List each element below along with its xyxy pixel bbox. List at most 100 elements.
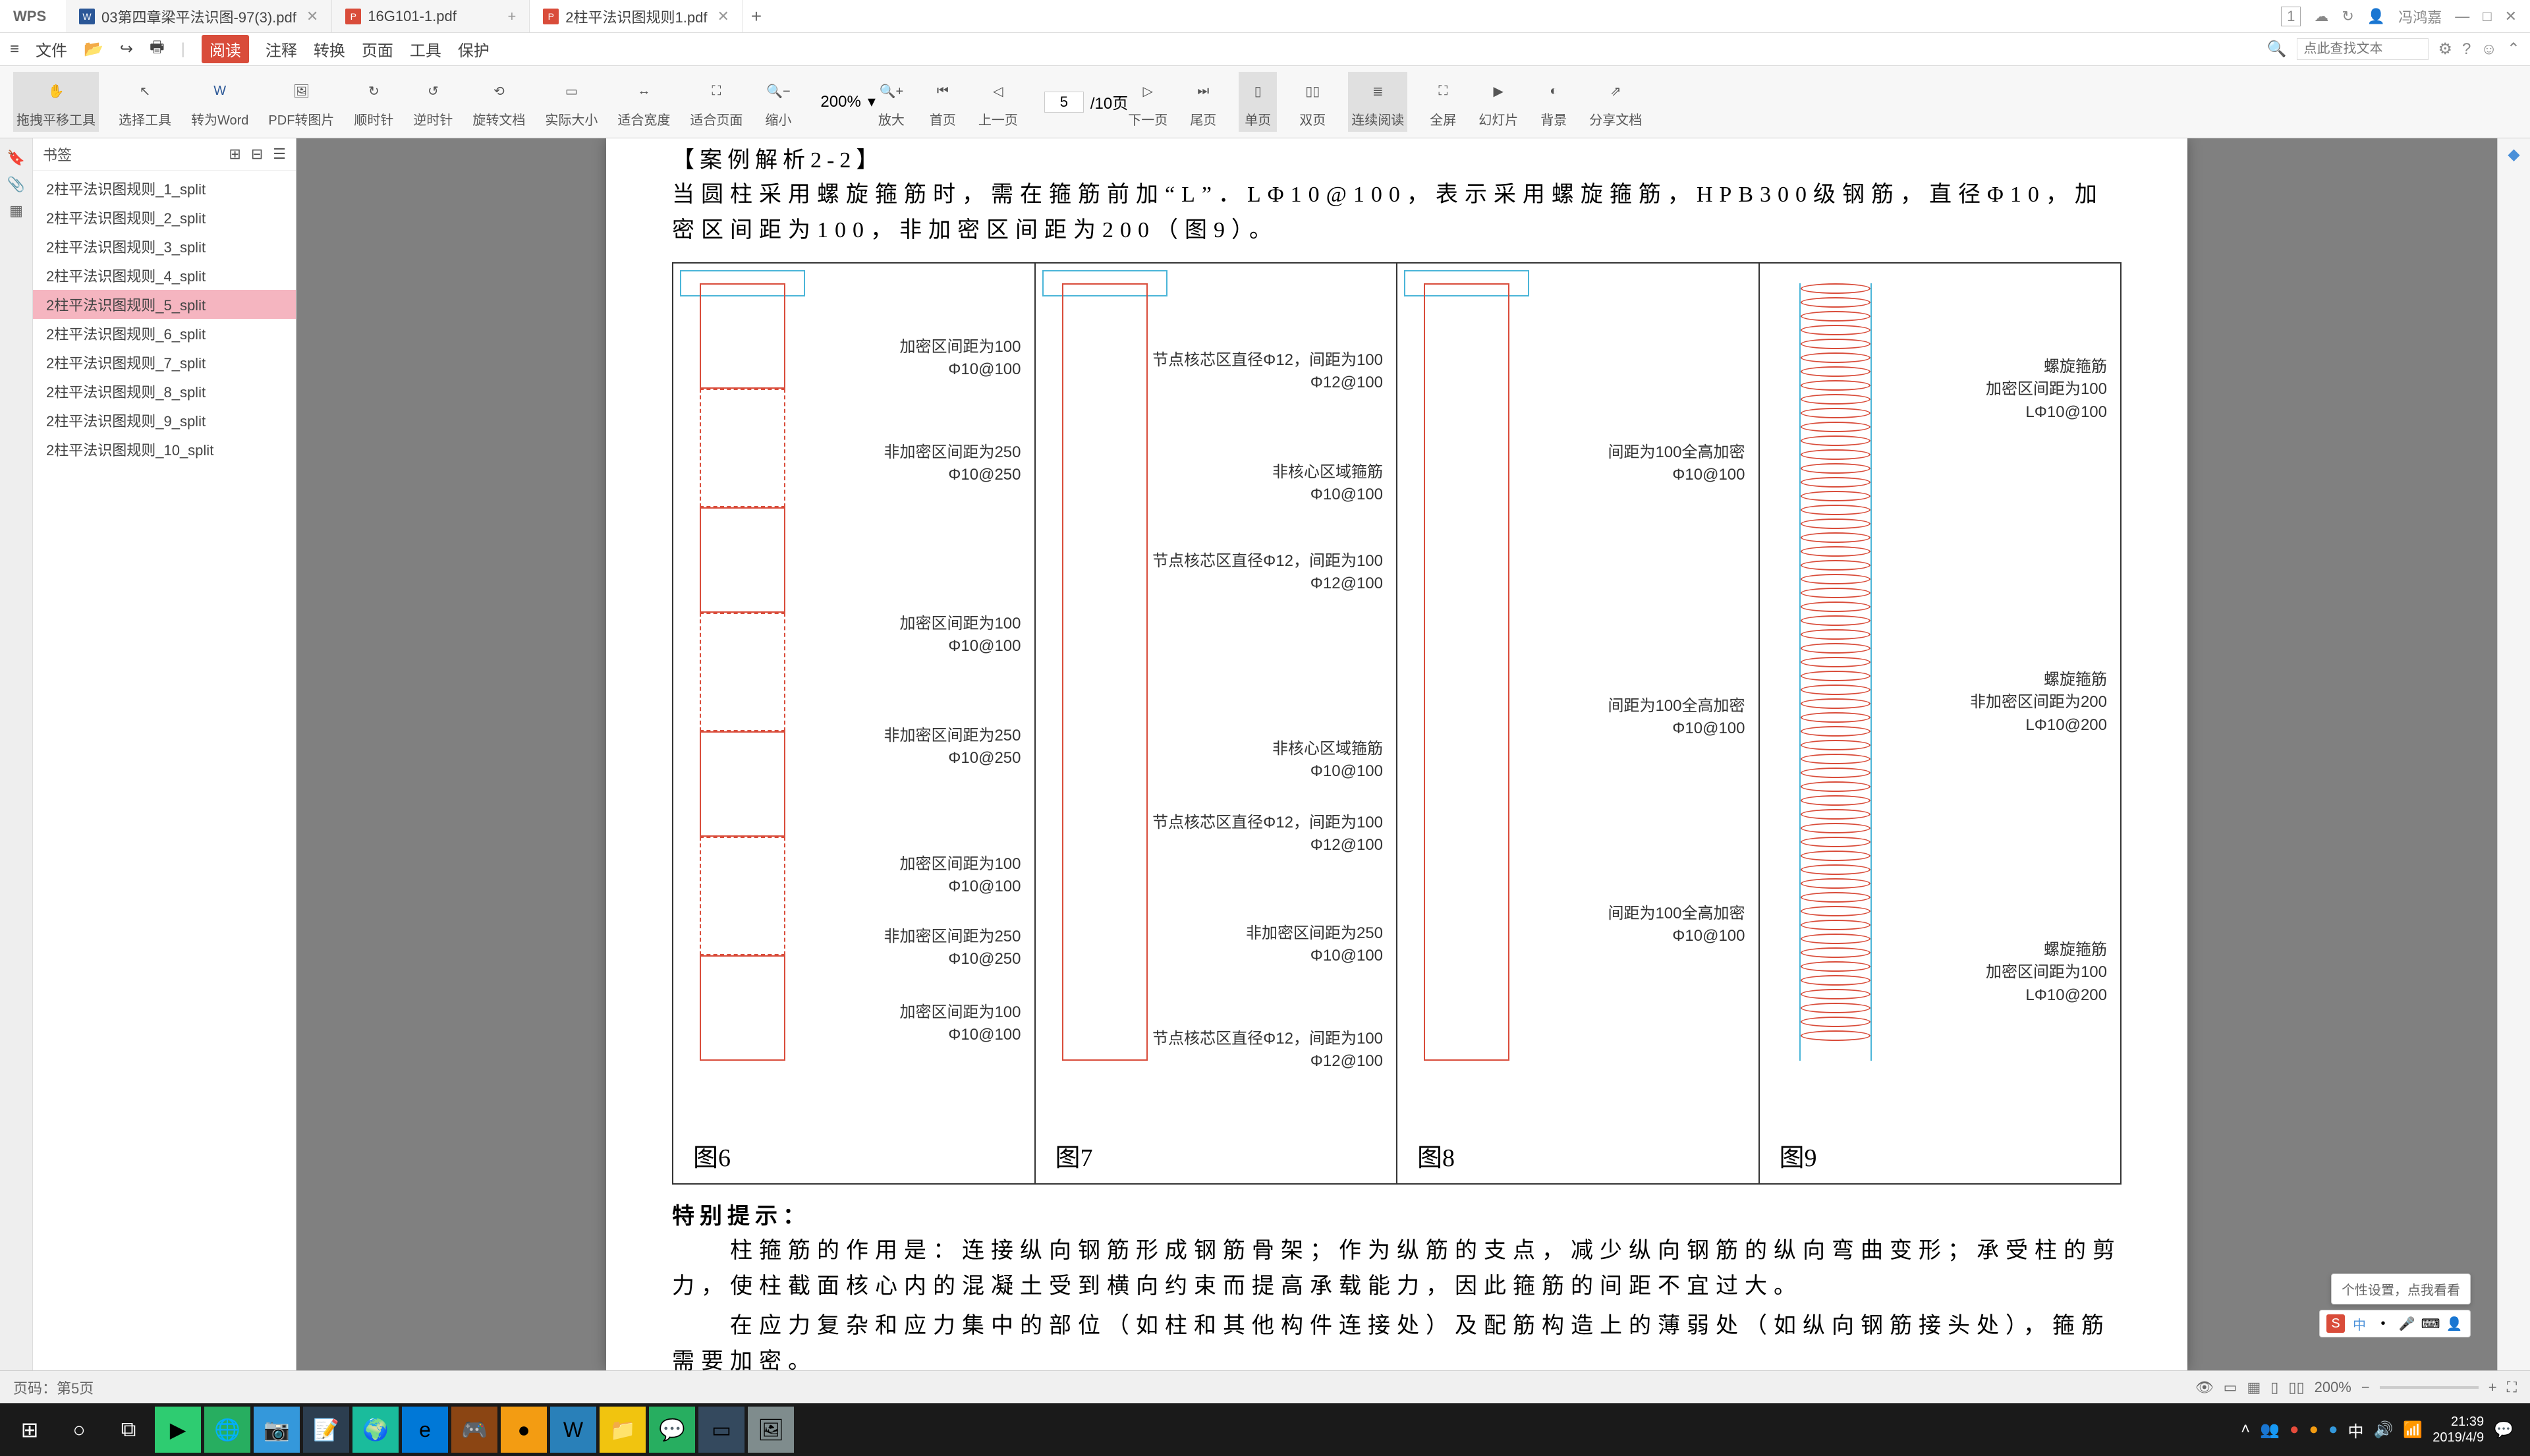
feedback-icon[interactable]: ☺ <box>2481 40 2497 59</box>
tab-close-icon[interactable]: ✕ <box>707 8 729 25</box>
tool-share[interactable]: ⇗分享文档 <box>1589 75 1642 128</box>
tool-double-page[interactable]: ▯▯双页 <box>1297 75 1328 128</box>
app-icon[interactable]: ▶ <box>155 1407 201 1453</box>
app-icon[interactable]: W <box>550 1407 596 1453</box>
tool-to-word[interactable]: W转为Word <box>191 75 248 128</box>
bookmark-item[interactable]: 2柱平法识图规则_3_split <box>33 232 296 261</box>
tab-doc-1[interactable]: P16G101-1.pdf+ <box>332 0 530 32</box>
hamburger-icon[interactable]: ≡ <box>10 40 19 59</box>
tab-doc-2[interactable]: P2柱平法识图规则1.pdf✕ <box>530 0 743 32</box>
page-input[interactable] <box>1044 92 1084 113</box>
bookmark-item[interactable]: 2柱平法识图规则_9_split <box>33 406 296 435</box>
app-icon[interactable]: 📷 <box>254 1407 300 1453</box>
menu-page[interactable]: 页面 <box>362 38 393 61</box>
tray-up-icon[interactable]: ˄ <box>2241 1420 2250 1439</box>
new-tab-button[interactable]: + <box>743 0 770 32</box>
view-mode-icon[interactable]: ▯▯ <box>2288 1379 2304 1396</box>
bookmark-item[interactable]: 2柱平法识图规则_7_split <box>33 348 296 377</box>
tool-select[interactable]: ↖选择工具 <box>119 75 171 128</box>
app-icon[interactable]: 💬 <box>649 1407 695 1453</box>
open-icon[interactable]: 📂 <box>84 40 103 59</box>
attachment-icon[interactable]: 📎 <box>0 171 32 198</box>
user-name[interactable]: 冯鸿嘉 <box>2398 6 2442 27</box>
chevron-down-icon[interactable]: ▾ <box>868 92 876 111</box>
menu-file[interactable]: 文件 <box>36 38 67 61</box>
app-icon[interactable]: 📝 <box>303 1407 349 1453</box>
tray-icon[interactable]: ● <box>2290 1420 2299 1439</box>
ime-voice-icon[interactable]: 🎤 <box>2398 1314 2416 1333</box>
tool-slideshow[interactable]: ▶幻灯片 <box>1478 75 1518 128</box>
ime-logo-icon[interactable]: S <box>2326 1314 2345 1333</box>
close-icon[interactable]: ✕ <box>2505 8 2517 25</box>
tool-background[interactable]: ◐背景 <box>1538 75 1569 128</box>
tool-rotate-doc[interactable]: ⟲旋转文档 <box>472 75 525 128</box>
view-mode-icon[interactable]: ▭ <box>2224 1379 2237 1396</box>
tool-to-image[interactable]: 🖼PDF转图片 <box>268 75 334 128</box>
maximize-icon[interactable]: □ <box>2483 8 2491 25</box>
menu-annotate[interactable]: 注释 <box>266 38 297 61</box>
ime-icon[interactable]: 中 <box>2347 1418 2363 1442</box>
tool-continuous[interactable]: ≣连续阅读 <box>1348 72 1407 132</box>
settings-tooltip[interactable]: 个性设置，点我看看 <box>2331 1274 2471 1304</box>
tool-rotate-ccw[interactable]: ↺逆时针 <box>413 75 453 128</box>
task-view-icon[interactable]: ⧉ <box>105 1407 152 1453</box>
expand-icon[interactable]: ⊞ <box>229 146 240 163</box>
bookmark-item[interactable]: 2柱平法识图规则_8_split <box>33 377 296 406</box>
tool-last-page[interactable]: ⏭尾页 <box>1187 75 1219 128</box>
app-icon[interactable]: 🖼 <box>748 1407 794 1453</box>
bookmark-item-active[interactable]: 2柱平法识图规则_5_split <box>33 290 296 319</box>
bookmark-item[interactable]: 2柱平法识图规则_4_split <box>33 261 296 290</box>
tool-next-page[interactable]: ▷下一页 <box>1128 75 1167 128</box>
ime-punct-icon[interactable]: • <box>2374 1314 2392 1333</box>
zoom-slider[interactable] <box>2380 1386 2479 1389</box>
view-mode-icon[interactable]: ▯ <box>2270 1379 2278 1396</box>
minimize-icon[interactable]: — <box>2455 8 2469 25</box>
tray-icon[interactable]: ● <box>2309 1420 2319 1439</box>
app-icon[interactable]: e <box>402 1407 448 1453</box>
app-icon[interactable]: 🎮 <box>451 1407 497 1453</box>
tool-fit-page[interactable]: ⛶适合页面 <box>690 75 743 128</box>
ime-lang-icon[interactable]: 中 <box>2350 1314 2369 1333</box>
tool-first-page[interactable]: ⏮首页 <box>927 75 959 128</box>
tab-doc-0[interactable]: W03第四章梁平法识图-97(3).pdf✕ <box>66 0 332 32</box>
ime-toolbar[interactable]: S 中 • 🎤 ⌨ 👤 <box>2319 1310 2471 1337</box>
clock[interactable]: 21:392019/4/9 <box>2432 1414 2484 1445</box>
tab-close-icon[interactable]: ✕ <box>296 8 318 25</box>
tool-rotate-cw[interactable]: ↻顺时针 <box>354 75 393 128</box>
help-icon[interactable]: ? <box>2462 40 2471 59</box>
app-icon[interactable]: 📁 <box>600 1407 646 1453</box>
print-icon[interactable]: 🖶 <box>150 36 165 63</box>
zoom-out-icon[interactable]: − <box>2361 1379 2370 1396</box>
search-icon[interactable]: 🔍 <box>2267 40 2287 59</box>
bookmark-item[interactable]: 2柱平法识图规则_2_split <box>33 203 296 232</box>
user-avatar-icon[interactable]: 👤 <box>2367 8 2385 25</box>
cortana-icon[interactable]: ○ <box>56 1407 102 1453</box>
tab-add-icon[interactable]: + <box>497 8 516 25</box>
menu-convert[interactable]: 转换 <box>314 38 345 61</box>
app-icon[interactable]: 🌍 <box>352 1407 399 1453</box>
app-icon[interactable]: ▭ <box>698 1407 745 1453</box>
tool-zoom-in[interactable]: 🔍+放大 <box>876 75 907 128</box>
sync-icon[interactable]: ↻ <box>2342 8 2353 25</box>
ime-user-icon[interactable]: 👤 <box>2445 1314 2463 1333</box>
cloud-icon[interactable]: ☁ <box>2314 8 2328 25</box>
tool-actual-size[interactable]: ▭实际大小 <box>545 75 598 128</box>
tray-icon[interactable]: ● <box>2328 1420 2338 1439</box>
menu-protect[interactable]: 保护 <box>458 38 490 61</box>
chevron-up-icon[interactable]: ⌃ <box>2507 40 2520 59</box>
bookmark-item[interactable]: 2柱平法识图规则_6_split <box>33 319 296 348</box>
assistant-icon[interactable]: ◆ <box>2498 145 2530 171</box>
thumbnail-icon[interactable]: ▦ <box>0 198 32 224</box>
menu-tools[interactable]: 工具 <box>410 38 441 61</box>
list-icon[interactable]: ☰ <box>273 146 286 163</box>
tool-fit-width[interactable]: ↔适合宽度 <box>617 75 670 128</box>
ime-keyboard-icon[interactable]: ⌨ <box>2421 1314 2440 1333</box>
bookmark-item[interactable]: 2柱平法识图规则_1_split <box>33 174 296 203</box>
eye-icon[interactable]: 👁 <box>2195 1379 2214 1396</box>
zoom-in-icon[interactable]: + <box>2488 1379 2497 1396</box>
app-icon[interactable]: 🌐 <box>204 1407 250 1453</box>
menu-read[interactable]: 阅读 <box>202 35 249 63</box>
search-input[interactable] <box>2297 38 2429 60</box>
start-button[interactable]: ⊞ <box>7 1407 53 1453</box>
collapse-icon[interactable]: ⊟ <box>251 146 263 163</box>
